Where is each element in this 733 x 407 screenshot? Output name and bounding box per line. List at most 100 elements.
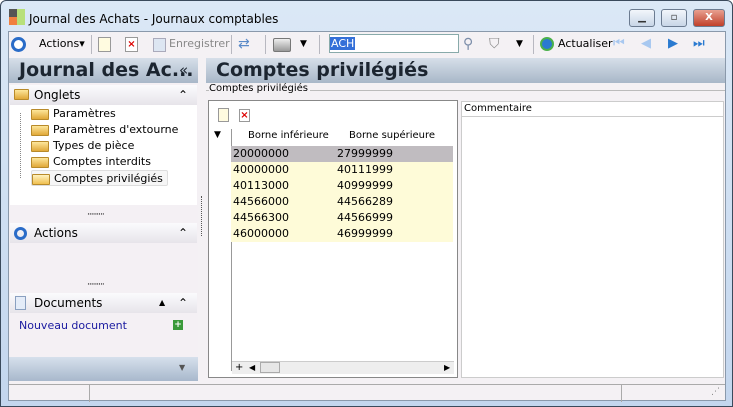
table-row[interactable]: 40000000 40111999 (231, 162, 453, 178)
horizontal-scrollbar[interactable]: + ◀ ▶ (232, 361, 454, 374)
main-title: Comptes privilégiés (216, 59, 429, 81)
row-menu-icon[interactable]: ▼ (214, 130, 221, 140)
splitter-grip[interactable]: ········· (87, 280, 105, 290)
table-cell: 27999999 (337, 147, 393, 160)
tree-line (20, 113, 21, 178)
app-window: Journal des Achats - Journaux comptables… (0, 0, 733, 407)
folder-icon (31, 141, 49, 152)
next-record-icon[interactable]: ▶ (668, 34, 678, 54)
navigation-footer: ▼ (9, 357, 198, 381)
print-dropdown-icon[interactable]: ▼ (300, 34, 307, 54)
collapse-panel-button[interactable]: « (179, 58, 188, 82)
tree-item-parametres-extourne[interactable]: Paramètres d'extourne (31, 122, 178, 138)
actions-section-label: Actions (34, 226, 78, 240)
table-cell: 44566999 (337, 211, 393, 224)
delete-row-icon[interactable]: × (239, 109, 250, 122)
status-bar: ⋰ (9, 384, 725, 402)
move-up-icon[interactable]: ▲ (159, 293, 165, 313)
tree-item-comptes-interdits[interactable]: Comptes interdits (31, 154, 151, 170)
collapse-section-icon[interactable]: ⌃ (178, 223, 188, 243)
refresh-button[interactable]: Actualiser (558, 34, 613, 54)
app-icon (9, 9, 25, 25)
tree-item-label: Types de pièce (53, 139, 135, 152)
onglets-label: Onglets (34, 88, 81, 102)
tree-item-label: Comptes privilégiés (54, 172, 163, 185)
new-icon[interactable] (98, 37, 111, 52)
tree-item-label: Comptes interdits (53, 155, 151, 168)
filter-dropdown-icon[interactable]: ▼ (516, 34, 523, 54)
status-divider (621, 385, 622, 402)
table-cell: 20000000 (233, 147, 289, 160)
resize-grip[interactable]: ⋰ (711, 387, 720, 397)
first-record-icon[interactable]: ⏮ (613, 34, 625, 54)
scroll-thumb[interactable] (260, 362, 280, 373)
table-cell: 40111999 (337, 163, 393, 176)
actions-section-header[interactable]: Actions ⌃ (10, 223, 197, 243)
main-header: Comptes privilégiés (206, 58, 725, 83)
table-cell: 46999999 (337, 227, 393, 240)
previous-record-icon[interactable]: ◀ (641, 34, 651, 54)
scroll-left-icon[interactable]: ◀ (249, 362, 255, 374)
search-input[interactable]: ACH (329, 34, 459, 53)
status-divider (89, 385, 90, 402)
onglets-section-header[interactable]: Onglets ⌃ (10, 85, 197, 105)
folder-icon (31, 109, 49, 120)
tree-item-label: Paramètres d'extourne (53, 123, 179, 136)
vertical-splitter[interactable] (201, 196, 202, 236)
search-value: ACH (330, 37, 356, 50)
actions-menu[interactable]: Actions▾ (39, 34, 85, 54)
folder-icon (31, 125, 49, 136)
tree-item-types-piece[interactable]: Types de pièce (31, 138, 134, 154)
folder-icon (31, 157, 49, 168)
table-cell: 40113000 (233, 179, 289, 192)
scroll-right-icon[interactable]: ▶ (444, 362, 450, 374)
sync-icon[interactable]: ⇄ (238, 34, 250, 54)
table-row[interactable]: 20000000 27999999 (231, 146, 453, 162)
table-cell: 44566300 (233, 211, 289, 224)
table-cell: 44566289 (337, 195, 393, 208)
left-panel-title: Journal des Ac... (19, 59, 194, 81)
actions-circle-icon (11, 37, 26, 52)
new-document-link[interactable]: Nouveau document (19, 319, 127, 332)
actions-icon (14, 227, 27, 240)
minimize-button[interactable]: ▁ (629, 9, 655, 27)
comment-panel[interactable]: Commentaire (461, 101, 724, 378)
separator (533, 35, 534, 54)
documents-section-header[interactable]: Documents ▲ ⌃ (10, 293, 197, 313)
group-label: Comptes privilégiés (209, 83, 311, 94)
refresh-icon (540, 37, 554, 51)
actions-label: Actions (39, 37, 80, 50)
tree-item-parametres[interactable]: Paramètres (31, 106, 116, 122)
table-row[interactable]: 44566300 44566999 (231, 210, 453, 226)
save-button[interactable]: Enregistrer (169, 34, 230, 54)
splitter-grip[interactable]: ········· (87, 210, 105, 220)
print-icon[interactable] (273, 38, 291, 52)
table-row[interactable]: 40113000 40999999 (231, 178, 453, 194)
add-icon[interactable]: + (235, 362, 243, 374)
filter-icon[interactable]: ⛉ (489, 34, 500, 54)
last-record-icon[interactable]: ⏭ (693, 34, 705, 54)
window-title: Journal des Achats - Journaux comptables (29, 12, 279, 26)
expand-down-icon[interactable]: ▼ (179, 363, 185, 372)
separator (91, 35, 92, 54)
collapse-section-icon[interactable]: ⌃ (178, 293, 188, 313)
separator (231, 35, 232, 54)
comment-label: Commentaire (462, 102, 723, 117)
collapse-section-icon[interactable]: ⌃ (178, 85, 188, 105)
table-row[interactable]: 44566000 44566289 (231, 194, 453, 210)
delete-icon[interactable]: × (125, 37, 138, 52)
table-cell: 40999999 (337, 179, 393, 192)
table-row[interactable]: 46000000 46999999 (231, 226, 453, 242)
separator (265, 35, 266, 54)
separator (319, 35, 320, 54)
close-button[interactable]: X (693, 9, 725, 27)
save-icon[interactable] (153, 38, 166, 52)
column-header-borne-superieure[interactable]: Borne supérieure (349, 130, 435, 141)
search-icon[interactable]: ⚲ (463, 34, 473, 54)
tree-item-label: Paramètres (53, 107, 116, 120)
add-document-icon[interactable]: + (173, 320, 183, 330)
tree-item-comptes-privilegies[interactable]: Comptes privilégiés (31, 170, 168, 186)
column-header-borne-inferieure[interactable]: Borne inférieure (248, 130, 329, 141)
add-row-icon[interactable] (218, 108, 229, 122)
maximize-button[interactable]: ▫ (661, 9, 687, 27)
